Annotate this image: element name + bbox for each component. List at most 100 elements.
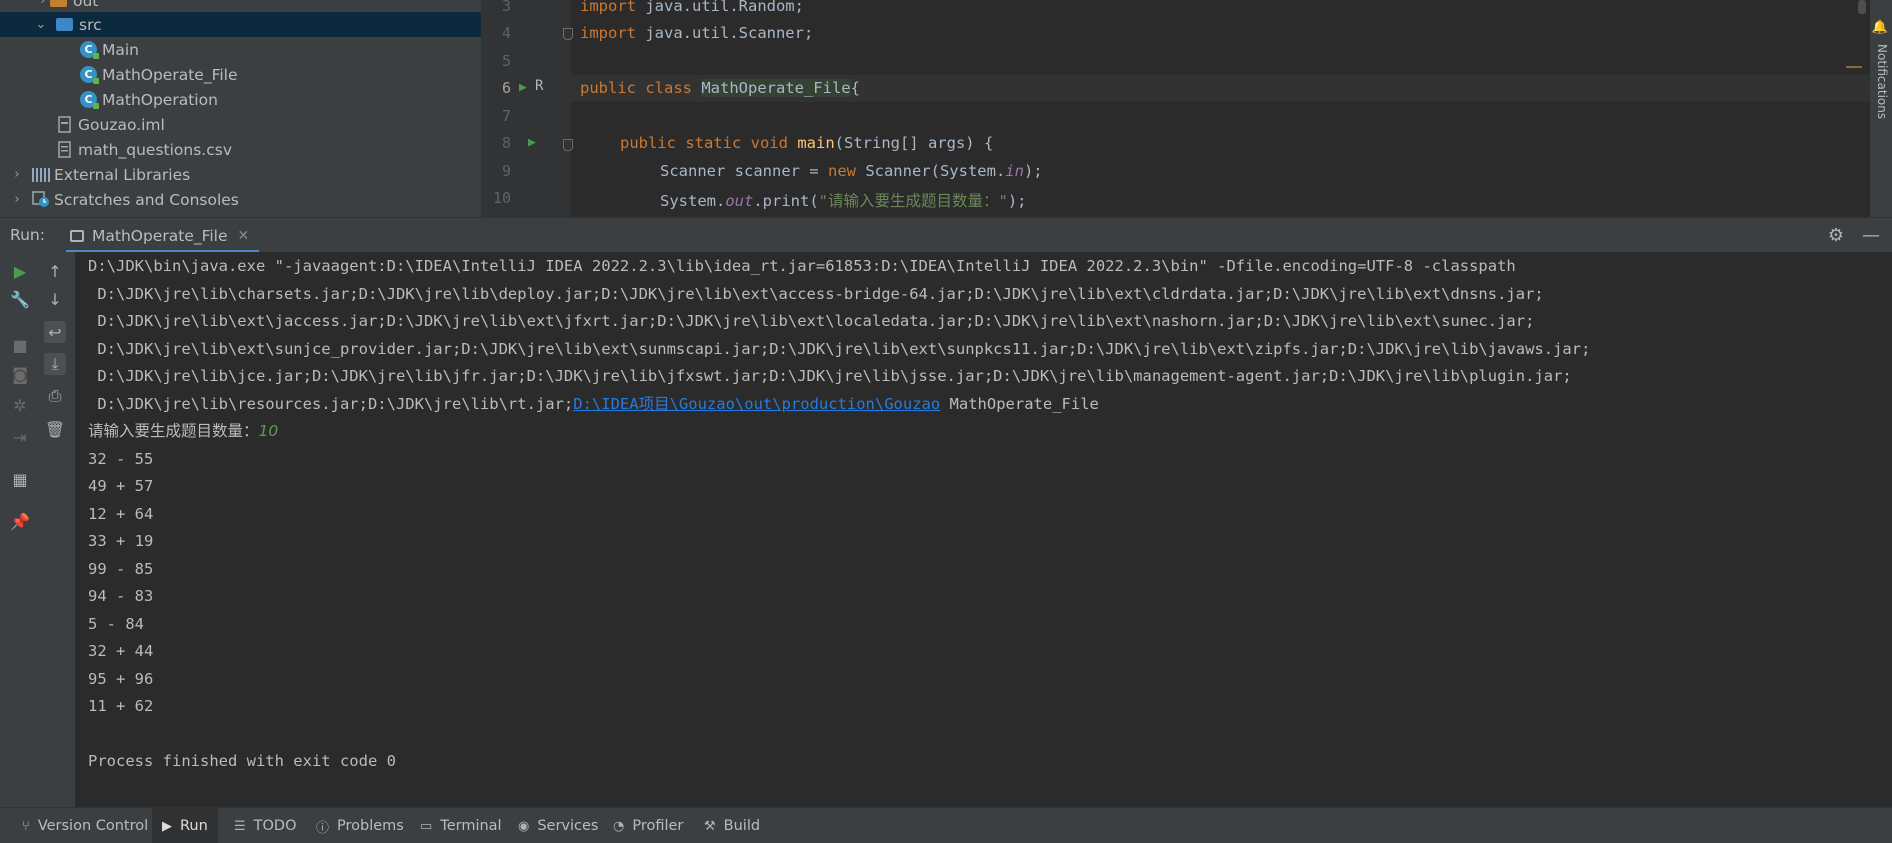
chevron-down-icon[interactable]: ⌄ xyxy=(34,17,48,32)
console-line: D:\JDK\jre\lib\ext\sunjce_provider.jar;D… xyxy=(88,340,1591,358)
problems-button[interactable]: ⓘ Problems xyxy=(312,808,408,843)
tree-item-main[interactable]: C Main xyxy=(0,37,481,62)
services-button[interactable]: ◉ Services xyxy=(514,808,603,843)
line-number: 4 xyxy=(501,24,511,42)
wrench-icon[interactable]: 🔧 xyxy=(9,288,31,310)
run-tool-window-header: Run: MathOperate_File ✕ ⚙ — xyxy=(0,217,1892,253)
build-button[interactable]: ⚒ Build xyxy=(700,808,764,843)
line-number: 5 xyxy=(501,52,511,70)
warning-marker[interactable] xyxy=(1846,66,1862,68)
notifications-label[interactable]: Notifications xyxy=(1875,44,1889,119)
recent-changes-icon[interactable]: R xyxy=(535,78,543,94)
question-line: 94 - 83 xyxy=(88,587,154,605)
tool-window-bar: ⑂ Version Control ▶ Run ☰ TODO ⓘ Problems ▭ T… xyxy=(0,807,1892,843)
chevron-right-icon[interactable]: › xyxy=(10,167,24,182)
exit-message: Process finished with exit code 0 xyxy=(88,752,396,770)
java-class-icon: C xyxy=(80,41,99,59)
line-number: 6 xyxy=(501,79,511,97)
code-line-8: public static void main(String[] args) { xyxy=(620,134,994,152)
question-line: 99 - 85 xyxy=(88,560,154,578)
warning-icon: ⓘ xyxy=(316,820,330,836)
question-line: 12 + 64 xyxy=(88,505,154,523)
run-toolbar: ▶ ↑ 🔧 ↓ ↩ ■ ⤓ ◙ ⎙ ✲ 🗑 ⇥ ▦ 📌 xyxy=(0,252,75,807)
run-button[interactable]: ▶ Run xyxy=(152,808,218,843)
hammer-icon: ⚒ xyxy=(704,818,716,834)
editor-scrollbar[interactable] xyxy=(1858,0,1866,14)
console-prompt-line: 请输入要生成题目数量：10 xyxy=(88,422,279,440)
minimize-icon[interactable]: — xyxy=(1862,225,1880,246)
line-number: 9 xyxy=(501,162,511,180)
console-line: D:\JDK\jre\lib\resources.jar;D:\JDK\jre\… xyxy=(88,395,1099,413)
scroll-to-end-icon[interactable]: ⤓ xyxy=(44,353,66,375)
folder-icon xyxy=(50,0,67,7)
tree-item-scratches[interactable]: › Scratches and Consoles xyxy=(0,187,481,212)
chevron-right-icon[interactable]: › xyxy=(10,192,24,207)
profiler-button[interactable]: ◔ Profiler xyxy=(609,808,687,843)
csv-file-icon xyxy=(58,141,72,158)
run-config-tab[interactable]: MathOperate_File ✕ xyxy=(66,218,260,253)
down-arrow-icon[interactable]: ↓ xyxy=(44,288,66,310)
run-main-icon[interactable]: ▶ xyxy=(528,135,536,150)
trash-icon[interactable]: 🗑 xyxy=(44,418,66,440)
list-icon: ☰ xyxy=(234,818,246,834)
close-icon[interactable]: ✕ xyxy=(238,228,250,244)
services-icon: ◉ xyxy=(518,818,530,834)
code-editor[interactable]: 3 4 5 6 7 8 9 10 ▶ R ▶ import java.util.… xyxy=(481,0,1892,217)
header-tools: ⚙ — xyxy=(1828,218,1880,253)
scratches-icon xyxy=(32,191,50,208)
console-line: D:\JDK\jre\lib\charsets.jar;D:\JDK\jre\l… xyxy=(88,285,1544,303)
tree-item-mathoperate-file[interactable]: C MathOperate_File xyxy=(0,62,481,87)
line-number: 7 xyxy=(501,107,511,125)
version-control-button[interactable]: ⑂ Version Control xyxy=(18,808,152,843)
todo-button[interactable]: ☰ TODO xyxy=(230,808,301,843)
question-line: 49 + 57 xyxy=(88,477,154,495)
stop-icon[interactable]: ■ xyxy=(9,334,31,356)
console-line: D:\JDK\bin\java.exe "-javaagent:D:\IDEA\… xyxy=(88,257,1516,275)
run-class-icon[interactable]: ▶ xyxy=(519,80,527,95)
exit-icon[interactable]: ⇥ xyxy=(9,426,31,448)
tree-item-external-libraries[interactable]: › External Libraries xyxy=(0,162,481,187)
console-line: D:\JDK\jre\lib\jce.jar;D:\JDK\jre\lib\jf… xyxy=(88,367,1572,385)
camera-icon[interactable]: ◙ xyxy=(9,363,31,385)
rerun-icon[interactable]: ▶ xyxy=(9,260,31,282)
terminal-button[interactable]: ▭ Terminal xyxy=(416,808,506,843)
user-input: 10 xyxy=(258,422,279,440)
chevron-right-icon[interactable]: › xyxy=(36,0,50,8)
debug-icon[interactable]: ✲ xyxy=(9,394,31,416)
tree-item-gouzao-iml[interactable]: Gouzao.iml xyxy=(0,112,481,137)
output-path-link[interactable]: D:\IDEA项目\Gouzao\out\production\Gouzao xyxy=(573,395,940,413)
tree-item-src[interactable]: ⌄ src xyxy=(0,12,481,37)
code-line-6: public class MathOperate_File{ xyxy=(580,79,860,97)
fold-marker-icon[interactable] xyxy=(563,28,573,40)
run-tab-title: MathOperate_File xyxy=(92,226,228,245)
line-number: 8 xyxy=(501,134,511,152)
java-class-icon: C xyxy=(80,91,99,109)
tree-item-mathoperation[interactable]: C MathOperation xyxy=(0,87,481,112)
source-folder-icon xyxy=(56,18,73,31)
bell-icon[interactable]: 🔔 xyxy=(1872,20,1888,35)
line-number: 3 xyxy=(501,0,511,15)
soft-wrap-icon[interactable]: ↩ xyxy=(44,321,66,343)
question-line: 33 + 19 xyxy=(88,532,154,550)
console-icon xyxy=(70,229,84,242)
question-line: 32 - 55 xyxy=(88,450,154,468)
code-line-4: import java.util.Scanner; xyxy=(580,24,814,42)
branch-icon: ⑂ xyxy=(22,818,30,834)
libraries-icon xyxy=(32,167,50,182)
question-line: 11 + 62 xyxy=(88,697,154,715)
java-class-icon: C xyxy=(80,66,99,84)
terminal-icon: ▭ xyxy=(420,818,433,834)
tree-item-math-questions-csv[interactable]: math_questions.csv xyxy=(0,137,481,162)
module-file-icon xyxy=(58,116,72,133)
fold-marker-icon[interactable] xyxy=(563,139,573,151)
print-icon[interactable]: ⎙ xyxy=(44,385,66,407)
console-output[interactable]: D:\JDK\bin\java.exe "-javaagent:D:\IDEA\… xyxy=(75,252,1892,807)
code-line-9: Scanner scanner = new Scanner(System.in)… xyxy=(660,162,1043,180)
up-arrow-icon[interactable]: ↑ xyxy=(44,260,66,282)
pin-icon[interactable]: 📌 xyxy=(9,510,31,532)
play-icon: ▶ xyxy=(162,818,172,834)
notifications-sidebar[interactable]: 🔔 Notifications xyxy=(1870,0,1892,217)
gear-icon[interactable]: ⚙ xyxy=(1828,225,1844,246)
project-tree: › out ⌄ src C Main C MathOperate_File C … xyxy=(0,0,481,217)
layout-icon[interactable]: ▦ xyxy=(9,468,31,490)
